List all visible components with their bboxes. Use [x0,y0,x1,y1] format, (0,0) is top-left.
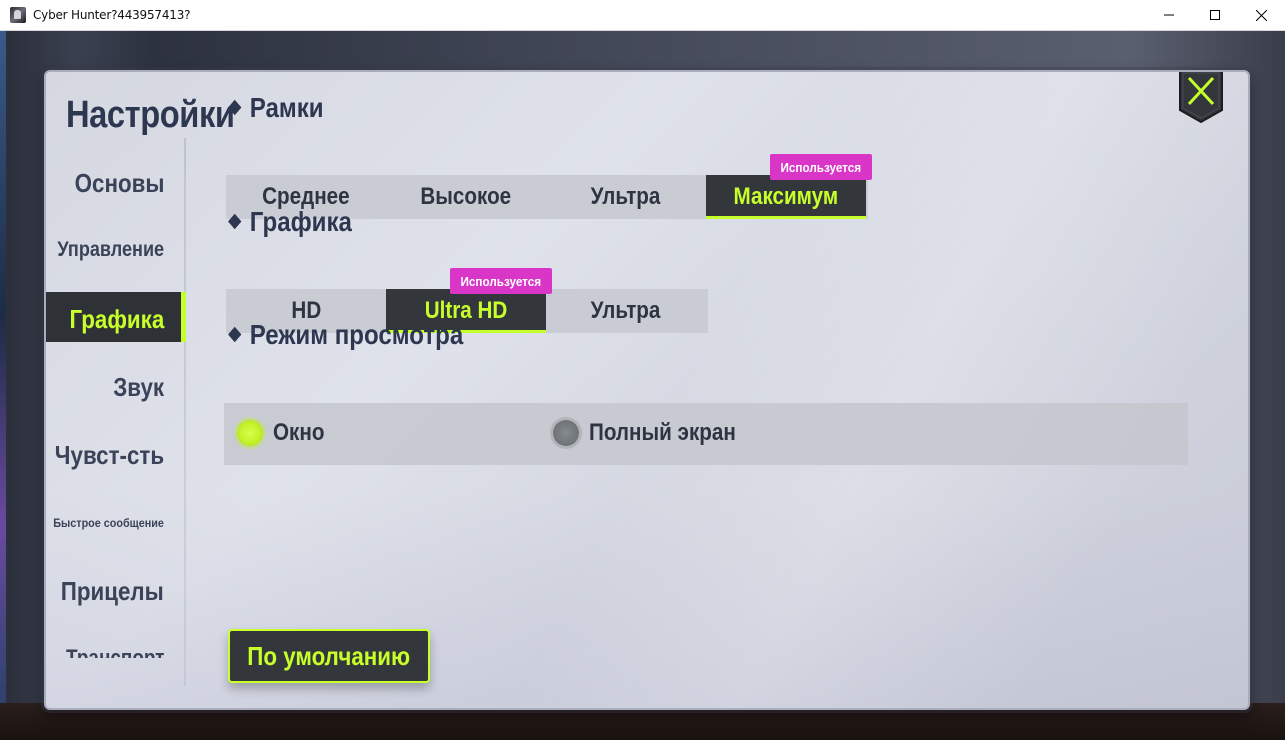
graphics-heading: Графика [228,206,352,238]
sidebar-item-sensitivity[interactable]: Чувст-сть [55,440,164,471]
frames-option-high-label: Высокое [420,183,512,210]
sidebar-item-quick-message[interactable]: Быстрое сообщение [53,516,164,530]
maximize-button[interactable] [1192,0,1238,30]
graphics-option-ultra-label: Ультра [591,297,661,324]
frames-option-high[interactable]: Высокое [386,175,546,219]
frames-option-maximum-label: Максимум [733,183,839,210]
radio-unselected-icon [553,420,579,446]
in-use-badge-text: Используется [780,159,862,175]
view-mode-options: Окно Полный экран [224,403,1188,465]
close-icon [1255,9,1267,21]
minimize-button[interactable] [1146,0,1192,30]
view-mode-heading-text: Режим просмотра [249,319,464,350]
window-titlebar: Cyber Hunter?443957413? [0,0,1285,31]
in-use-badge: Используется [770,154,872,180]
sidebar-item-sound[interactable]: Звук [113,372,164,403]
frames-option-ultra-label: Ультра [591,183,661,210]
sidebar-item-controls[interactable]: Управление [57,238,164,262]
sidebar-item-basics[interactable]: Основы [74,168,164,199]
game-background: Настройки Основы Управление Графика Звук… [0,31,1285,740]
sidebar-item-transport[interactable]: Транспорт [66,645,164,658]
frames-heading-text: Рамки [249,92,324,123]
window-title: Cyber Hunter?443957413? [33,8,191,22]
graphics-heading-text: Графика [249,206,352,237]
restore-defaults-button[interactable]: По умолчанию [228,629,430,683]
view-mode-fullscreen-label: Полный экран [589,419,736,446]
view-mode-window-label: Окно [273,419,325,446]
app-icon [10,7,26,23]
in-use-badge: Используется [450,268,552,294]
view-mode-window-radio[interactable]: Окно [237,419,333,447]
frames-option-ultra[interactable]: Ультра [546,175,706,219]
restore-defaults-label: По умолчанию [247,640,411,671]
frames-heading: Рамки [228,92,324,124]
settings-sidebar: Основы Управление Графика Звук Чувст-сть… [46,138,186,688]
settings-panel: Настройки Основы Управление Графика Звук… [44,70,1250,710]
diamond-bullet-icon [228,99,242,116]
sidebar-item-crosshairs[interactable]: Прицелы [61,576,164,607]
diamond-bullet-icon [228,326,242,343]
radio-selected-icon [237,420,263,446]
diamond-bullet-icon [228,213,242,230]
x-icon [1179,72,1223,124]
view-mode-fullscreen-radio[interactable]: Полный экран [553,419,760,447]
maximize-icon [1210,10,1220,20]
in-use-badge-text: Используется [460,273,542,289]
minimize-icon [1164,14,1174,16]
graphics-option-ultra[interactable]: Ультра [546,289,706,333]
window-close-button[interactable] [1238,0,1284,30]
frames-option-maximum[interactable]: Используется Максимум [706,154,872,219]
settings-close-button[interactable] [1176,72,1226,126]
background-edge [0,31,6,740]
settings-title: Настройки [66,94,235,136]
view-mode-heading: Режим просмотра [228,319,464,351]
sidebar-item-graphics[interactable]: Графика [69,304,164,335]
